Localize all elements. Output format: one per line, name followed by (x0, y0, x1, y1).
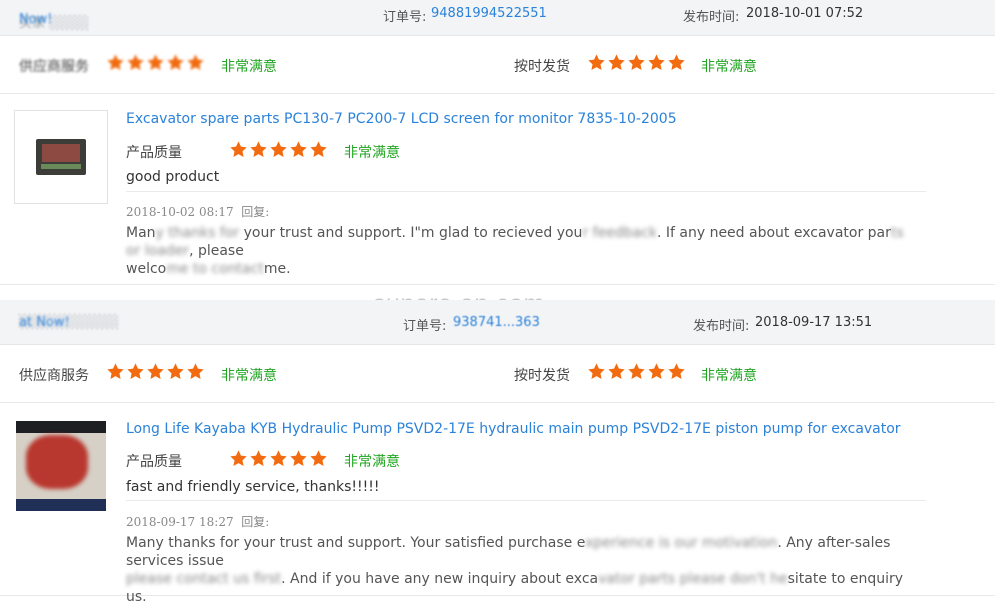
supplier-service-stars (106, 362, 206, 385)
seller-rating-row: 供应商服务 非常满意 按时发货 非常满意 (0, 36, 995, 94)
product-quality-rating-text: 非常满意 (344, 454, 400, 470)
star-icon (289, 140, 308, 159)
star-icon (627, 362, 646, 381)
order-number-label: 订单号: (383, 10, 427, 25)
review-header: ░░░░░░░░░░ at Now! 订单号: 938741...363 发布时… (0, 300, 995, 345)
star-icon (269, 449, 288, 468)
supplier-service-stars (106, 53, 206, 76)
product-review: Long Life Kayaba KYB Hydraulic Pump PSVD… (0, 403, 995, 605)
product-quality-stars (229, 449, 329, 472)
on-time-shipping-label: 按时发货 (514, 59, 570, 75)
star-icon (309, 449, 328, 468)
star-icon (607, 362, 626, 381)
product-quality-label: 产品质量 (126, 145, 182, 161)
supplier-service-rating-text: 非常满意 (221, 59, 277, 75)
star-icon (229, 140, 248, 159)
star-icon (126, 362, 145, 381)
star-icon (106, 53, 125, 72)
review-card: 买家 ░░░░ Now! 订单号: 94881994522551 发布时间: 2… (0, 0, 995, 285)
star-icon (667, 362, 686, 381)
supplier-service-rating-text: 非常满意 (221, 368, 277, 384)
reply-date: 2018-09-17 18:27 (126, 515, 234, 529)
star-icon (229, 449, 248, 468)
product-review: Excavator spare parts PC130-7 PC200-7 LC… (0, 94, 995, 285)
star-icon (249, 140, 268, 159)
product-title-link[interactable]: Excavator spare parts PC130-7 PC200-7 LC… (126, 111, 677, 127)
on-time-shipping-rating-text: 非常满意 (701, 368, 757, 384)
publish-time-label: 发布时间: (693, 319, 750, 334)
product-quality-stars (229, 140, 329, 163)
star-icon (166, 53, 185, 72)
star-icon (647, 53, 666, 72)
product-title-link[interactable]: Long Life Kayaba KYB Hydraulic Pump PSVD… (126, 421, 901, 437)
buyer-comment: good product (126, 169, 220, 185)
on-time-shipping-rating-text: 非常满意 (701, 59, 757, 75)
hydraulic-pump-image (16, 421, 106, 511)
reply-label: 回复: (241, 515, 270, 529)
star-icon (647, 362, 666, 381)
publish-time: 2018-09-17 13:51 (755, 315, 873, 330)
publish-time: 2018-10-01 07:52 (746, 6, 864, 21)
star-icon (106, 362, 125, 381)
star-icon (186, 362, 205, 381)
star-icon (249, 449, 268, 468)
product-thumbnail[interactable] (16, 421, 106, 511)
star-icon (146, 53, 165, 72)
supplier-service-label: 供应商服务 (19, 59, 89, 75)
on-time-shipping-stars (587, 362, 687, 385)
star-icon (146, 362, 165, 381)
reply-meta: 2018-10-02 08:17 回复: (126, 203, 269, 220)
divider (126, 500, 926, 501)
star-icon (166, 362, 185, 381)
seller-reply-text: Many thanks for your trust and support. … (126, 535, 904, 605)
publish-time-label: 发布时间: (683, 10, 740, 25)
seller-reply-text: Many thanks for your trust and support. … (126, 225, 904, 277)
product-quality-label: 产品质量 (126, 454, 182, 470)
reply-date: 2018-10-02 08:17 (126, 205, 234, 219)
star-icon (186, 53, 205, 72)
order-number-label: 订单号: (403, 319, 447, 334)
star-icon (126, 53, 145, 72)
order-number-link[interactable]: 94881994522551 (431, 6, 547, 21)
on-time-shipping-stars (587, 53, 687, 76)
order-number-link[interactable]: 938741...363 (453, 315, 540, 330)
star-icon (269, 140, 288, 159)
divider (126, 191, 926, 192)
star-icon (587, 53, 606, 72)
star-icon (627, 53, 646, 72)
star-icon (587, 362, 606, 381)
reply-label: 回复: (241, 205, 270, 219)
star-icon (667, 53, 686, 72)
product-quality-rating-text: 非常满意 (344, 145, 400, 161)
supplier-service-label: 供应商服务 (19, 368, 89, 384)
seller-rating-row: 供应商服务 非常满意 按时发货 非常满意 (0, 345, 995, 403)
reply-meta: 2018-09-17 18:27 回复: (126, 513, 269, 530)
star-icon (309, 140, 328, 159)
buyer-comment: fast and friendly service, thanks!!!!! (126, 479, 380, 495)
review-header: 买家 ░░░░ Now! 订单号: 94881994522551 发布时间: 2… (0, 0, 995, 36)
on-time-shipping-label: 按时发货 (514, 368, 570, 384)
star-icon (607, 53, 626, 72)
lcd-monitor-image (36, 139, 86, 175)
review-card: ░░░░░░░░░░ at Now! 订单号: 938741...363 发布时… (0, 300, 995, 605)
star-icon (289, 449, 308, 468)
product-thumbnail[interactable] (14, 110, 108, 204)
